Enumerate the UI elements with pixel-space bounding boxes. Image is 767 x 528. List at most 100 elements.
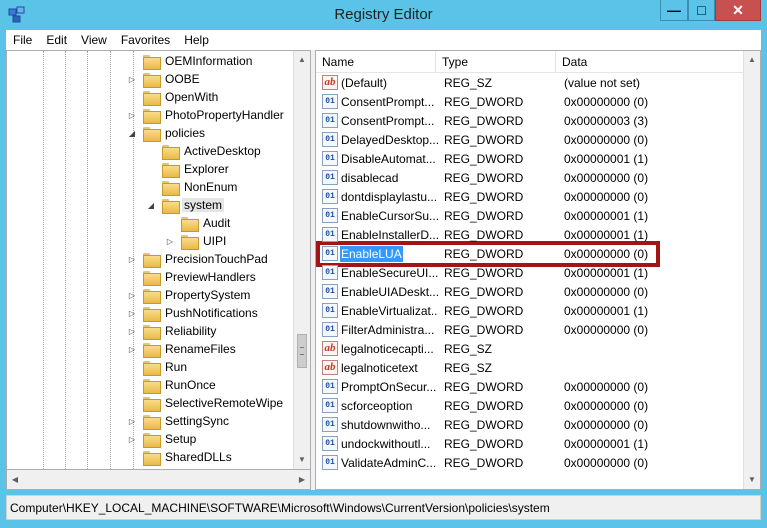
value-row[interactable]: 01 ValidateAdminC... REG_DWORD 0x00000000 (…	[316, 453, 760, 472]
value-name: EnableVirtualizat...	[341, 303, 438, 318]
key-tree[interactable]: ▲ ▼ OEMInformation ▷ OOBE OpenWith ▷ PhotoPro…	[6, 50, 311, 470]
scroll-left-arrow-icon[interactable]: ◀	[7, 471, 23, 488]
tree-item-label: Reliability	[165, 324, 217, 338]
expand-arrow-icon[interactable]: ▷	[127, 417, 137, 426]
value-row[interactable]: ab legalnoticetext REG_SZ	[316, 358, 760, 377]
tree-item[interactable]: OpenWith	[127, 88, 220, 106]
value-row[interactable]: 01 dontdisplaylastu... REG_DWORD 0x00000000…	[316, 187, 760, 206]
menu-help[interactable]: Help	[177, 33, 216, 47]
value-row[interactable]: ab (Default) REG_SZ (value not set)	[316, 73, 760, 92]
column-header-type[interactable]: Type	[436, 51, 556, 73]
value-name: EnableLUA	[340, 245, 403, 262]
value-row[interactable]: 01 EnableVirtualizat... REG_DWORD 0x0000000…	[316, 301, 760, 320]
tree-item[interactable]: ▷ OOBE	[127, 70, 202, 88]
scroll-down-arrow-icon[interactable]: ▼	[294, 451, 310, 468]
tree-item-label: SelectiveRemoteWipe	[165, 396, 284, 410]
value-row[interactable]: 01 EnableSecureUI... REG_DWORD 0x00000001 (…	[316, 263, 760, 282]
scroll-right-arrow-icon[interactable]: ▶	[294, 471, 310, 488]
expand-arrow-icon[interactable]: ▷	[165, 237, 175, 246]
dword-value-icon: 01	[322, 208, 338, 223]
expand-arrow-icon[interactable]: ▷	[127, 345, 137, 354]
value-row[interactable]: 01 EnableLUA REG_DWORD 0x00000000 (0)	[316, 244, 760, 263]
expand-arrow-icon[interactable]: ▷	[127, 327, 137, 336]
tree-item-label: ActiveDesktop	[184, 144, 261, 158]
tree-item-label: system	[182, 198, 225, 212]
maximize-button[interactable]: □	[688, 0, 715, 21]
menu-favorites[interactable]: Favorites	[114, 33, 177, 47]
tree-item[interactable]: ▷ RenameFiles	[127, 340, 238, 358]
tree-item[interactable]: ▷ Reliability	[127, 322, 218, 340]
tree-guide-line	[43, 51, 44, 469]
title-bar[interactable]: Registry Editor — □ ✕	[0, 0, 767, 30]
value-row[interactable]: 01 DisableAutomat... REG_DWORD 0x00000001 (…	[316, 149, 760, 168]
tree-item[interactable]: ▷ PushNotifications	[127, 304, 260, 322]
tree-item[interactable]: SelectiveRemoteWipe	[127, 394, 285, 412]
value-row[interactable]: 01 scforceoption REG_DWORD 0x00000000 (0)	[316, 396, 760, 415]
value-data: 0x00000001 (1)	[564, 436, 649, 451]
value-row[interactable]: 01 disablecad REG_DWORD 0x00000000 (0)	[316, 168, 760, 187]
value-data: 0x00000001 (1)	[564, 227, 649, 242]
tree-item[interactable]: Audit	[165, 214, 232, 232]
value-row[interactable]: 01 ConsentPrompt... REG_DWORD 0x00000003 (3…	[316, 111, 760, 130]
scroll-up-arrow-icon[interactable]: ▲	[294, 51, 310, 68]
tree-item[interactable]: SharedDLLs	[127, 448, 234, 466]
expand-arrow-icon[interactable]: ▷	[127, 111, 137, 120]
expand-arrow-icon[interactable]: ▷	[127, 309, 137, 318]
value-type: REG_DWORD	[444, 284, 524, 299]
tree-item[interactable]: ▷ PhotoPropertyHandler	[127, 106, 286, 124]
dword-value-icon: 01	[322, 189, 338, 204]
tree-item[interactable]: Explorer	[146, 160, 231, 178]
folder-icon	[143, 360, 161, 376]
expand-arrow-icon[interactable]: ▷	[127, 255, 137, 264]
column-header-data[interactable]: Data	[556, 51, 745, 73]
tree-item[interactable]: RunOnce	[127, 376, 218, 394]
tree-item-label: OOBE	[165, 72, 200, 86]
value-name: undockwithoutl...	[341, 436, 431, 451]
tree-item[interactable]: ◢ policies	[127, 124, 207, 142]
tree-item-label: OpenWith	[165, 90, 219, 104]
value-name: legalnoticecapti...	[341, 341, 434, 356]
values-list[interactable]: Name Type Data ▲ ▼ ab (Default) REG_SZ (val…	[315, 50, 761, 490]
value-row[interactable]: ab legalnoticecapti... REG_SZ	[316, 339, 760, 358]
tree-item[interactable]: ▷ PropertySystem	[127, 286, 252, 304]
value-row[interactable]: 01 FilterAdministra... REG_DWORD 0x00000000…	[316, 320, 760, 339]
menu-edit[interactable]: Edit	[39, 33, 74, 47]
tree-item[interactable]: ▷ Setup	[127, 430, 198, 448]
value-data: (value not set)	[564, 75, 641, 90]
value-row[interactable]: 01 EnableUIADeskt... REG_DWORD 0x00000000 (…	[316, 282, 760, 301]
expand-arrow-icon[interactable]: ▷	[127, 435, 137, 444]
minimize-button[interactable]: —	[660, 0, 688, 21]
client-area: ▲ ▼ OEMInformation ▷ OOBE OpenWith ▷ PhotoPro…	[6, 50, 761, 490]
tree-item[interactable]: ▷ PrecisionTouchPad	[127, 250, 270, 268]
tree-horizontal-scrollbar[interactable]: ◀ ▶	[6, 470, 311, 490]
collapse-arrow-icon[interactable]: ◢	[127, 129, 137, 138]
scroll-thumb[interactable]	[297, 334, 307, 368]
tree-item[interactable]: ◢ system	[146, 196, 225, 214]
tree-item[interactable]: ▷ SettingSync	[127, 412, 231, 430]
value-data: 0x00000000 (0)	[564, 455, 649, 470]
expand-arrow-icon[interactable]: ▷	[127, 75, 137, 84]
tree-item[interactable]: ▷ UIPI	[165, 232, 228, 250]
tree-item[interactable]: NonEnum	[146, 178, 239, 196]
expand-arrow-icon[interactable]: ▷	[127, 291, 137, 300]
value-type: REG_DWORD	[444, 189, 524, 204]
value-row[interactable]: 01 PromptOnSecur... REG_DWORD 0x00000000 (0…	[316, 377, 760, 396]
tree-item[interactable]: Run	[127, 358, 189, 376]
close-button[interactable]: ✕	[715, 0, 761, 21]
collapse-arrow-icon[interactable]: ◢	[146, 201, 156, 210]
tree-item[interactable]: OEMInformation	[127, 52, 254, 70]
column-header-name[interactable]: Name	[316, 51, 436, 73]
scroll-down-arrow-icon[interactable]: ▼	[744, 471, 760, 488]
tree-item[interactable]: ActiveDesktop	[146, 142, 263, 160]
value-row[interactable]: 01 EnableCursorSu... REG_DWORD 0x00000001 (…	[316, 206, 760, 225]
value-row[interactable]: 01 DelayedDesktop... REG_DWORD 0x00000000 (…	[316, 130, 760, 149]
tree-vertical-scrollbar[interactable]: ▲ ▼	[293, 51, 310, 469]
menu-file[interactable]: File	[6, 33, 39, 47]
tree-item[interactable]: PreviewHandlers	[127, 268, 258, 286]
value-row[interactable]: 01 EnableInstallerD... REG_DWORD 0x00000001…	[316, 225, 760, 244]
value-row[interactable]: 01 shutdownwitho... REG_DWORD 0x00000000 (0…	[316, 415, 760, 434]
value-row[interactable]: 01 undockwithoutl... REG_DWORD 0x00000001 (…	[316, 434, 760, 453]
value-row[interactable]: 01 ConsentPrompt... REG_DWORD 0x00000000 (0…	[316, 92, 760, 111]
scroll-up-arrow-icon[interactable]: ▲	[744, 51, 760, 68]
menu-view[interactable]: View	[74, 33, 114, 47]
